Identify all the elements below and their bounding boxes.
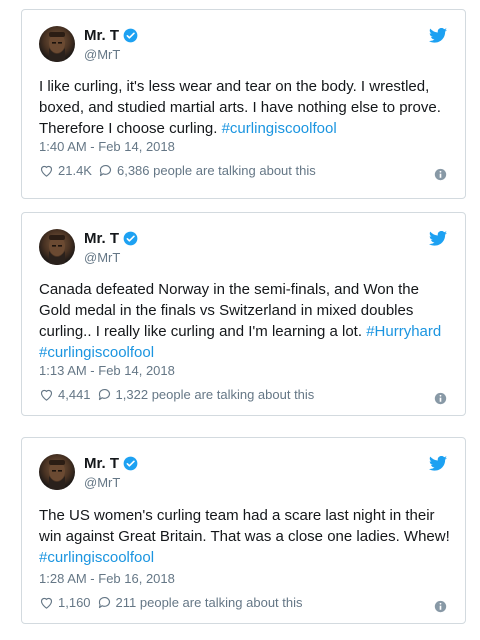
tweet-card[interactable]: Mr. T @MrT The US women's curling team h… bbox=[21, 437, 466, 624]
heart-icon bbox=[40, 165, 53, 177]
twitter-bird-icon[interactable] bbox=[429, 28, 447, 43]
like-count: 4,441 bbox=[58, 387, 91, 402]
tweet-text: I like curling, it's less wear and tear … bbox=[39, 76, 451, 139]
verified-badge-icon bbox=[123, 231, 138, 246]
timestamp[interactable]: 1:28 AM - Feb 16, 2018 bbox=[39, 571, 175, 586]
like-count: 21.4K bbox=[58, 163, 92, 178]
display-name-text[interactable]: Mr. T bbox=[84, 230, 119, 247]
speech-bubble-icon bbox=[98, 388, 110, 401]
hashtag-link[interactable]: #curlingiscoolfool bbox=[39, 549, 154, 566]
tweet-text: Canada defeated Norway in the semi-final… bbox=[39, 279, 451, 363]
heart-icon bbox=[40, 389, 53, 401]
avatar[interactable] bbox=[39, 229, 75, 265]
speech-bubble-icon bbox=[98, 596, 110, 609]
speech-bubble-icon bbox=[99, 164, 111, 177]
user-handle[interactable]: @MrT bbox=[84, 250, 120, 265]
hashtag-link[interactable]: #curlingiscoolfool bbox=[39, 344, 154, 361]
display-name[interactable]: Mr. T bbox=[84, 230, 138, 247]
twitter-bird-icon[interactable] bbox=[429, 456, 447, 471]
talking-count: 1,322 people are talking about this bbox=[115, 387, 315, 402]
conversation-link[interactable]: 211 people are talking about this bbox=[97, 595, 303, 610]
heart-icon bbox=[40, 597, 53, 609]
like-button[interactable]: 4,441 bbox=[39, 387, 91, 402]
like-count: 1,160 bbox=[58, 595, 91, 610]
conversation-link[interactable]: 1,322 people are talking about this bbox=[97, 387, 315, 402]
display-name-text[interactable]: Mr. T bbox=[84, 27, 119, 44]
tweet-body: The US women's curling team had a scare … bbox=[39, 507, 450, 545]
user-handle[interactable]: @MrT bbox=[84, 475, 120, 490]
verified-badge-icon bbox=[123, 456, 138, 471]
tweet-actions: 4,441 1,322 people are talking about thi… bbox=[39, 387, 451, 402]
tweet-body: Canada defeated Norway in the semi-final… bbox=[39, 281, 419, 340]
conversation-link[interactable]: 6,386 people are talking about this bbox=[98, 163, 316, 178]
avatar[interactable] bbox=[39, 26, 75, 62]
tweet-card[interactable]: Mr. T @MrT I like curling, it's less wea… bbox=[21, 9, 466, 199]
display-name-text[interactable]: Mr. T bbox=[84, 455, 119, 472]
user-handle[interactable]: @MrT bbox=[84, 47, 120, 62]
tweet-actions: 21.4K 6,386 people are talking about thi… bbox=[39, 163, 451, 178]
display-name[interactable]: Mr. T bbox=[84, 27, 138, 44]
talking-count: 6,386 people are talking about this bbox=[116, 163, 316, 178]
hashtag-link[interactable]: #curlingiscoolfool bbox=[222, 120, 337, 137]
timestamp[interactable]: 1:40 AM - Feb 14, 2018 bbox=[39, 139, 175, 154]
like-button[interactable]: 21.4K bbox=[39, 163, 92, 178]
info-icon[interactable] bbox=[434, 392, 447, 405]
talking-count: 211 people are talking about this bbox=[115, 595, 303, 610]
verified-badge-icon bbox=[123, 28, 138, 43]
timestamp[interactable]: 1:13 AM - Feb 14, 2018 bbox=[39, 363, 175, 378]
like-button[interactable]: 1,160 bbox=[39, 595, 91, 610]
display-name[interactable]: Mr. T bbox=[84, 455, 138, 472]
tweet-actions: 1,160 211 people are talking about this bbox=[39, 595, 451, 610]
tweet-card[interactable]: Mr. T @MrT Canada defeated Norway in the… bbox=[21, 212, 466, 416]
info-icon[interactable] bbox=[434, 168, 447, 181]
tweet-text: The US women's curling team had a scare … bbox=[39, 505, 451, 568]
hashtag-link[interactable]: #Hurryhard bbox=[366, 323, 441, 340]
info-icon[interactable] bbox=[434, 600, 447, 613]
avatar[interactable] bbox=[39, 454, 75, 490]
twitter-bird-icon[interactable] bbox=[429, 231, 447, 246]
